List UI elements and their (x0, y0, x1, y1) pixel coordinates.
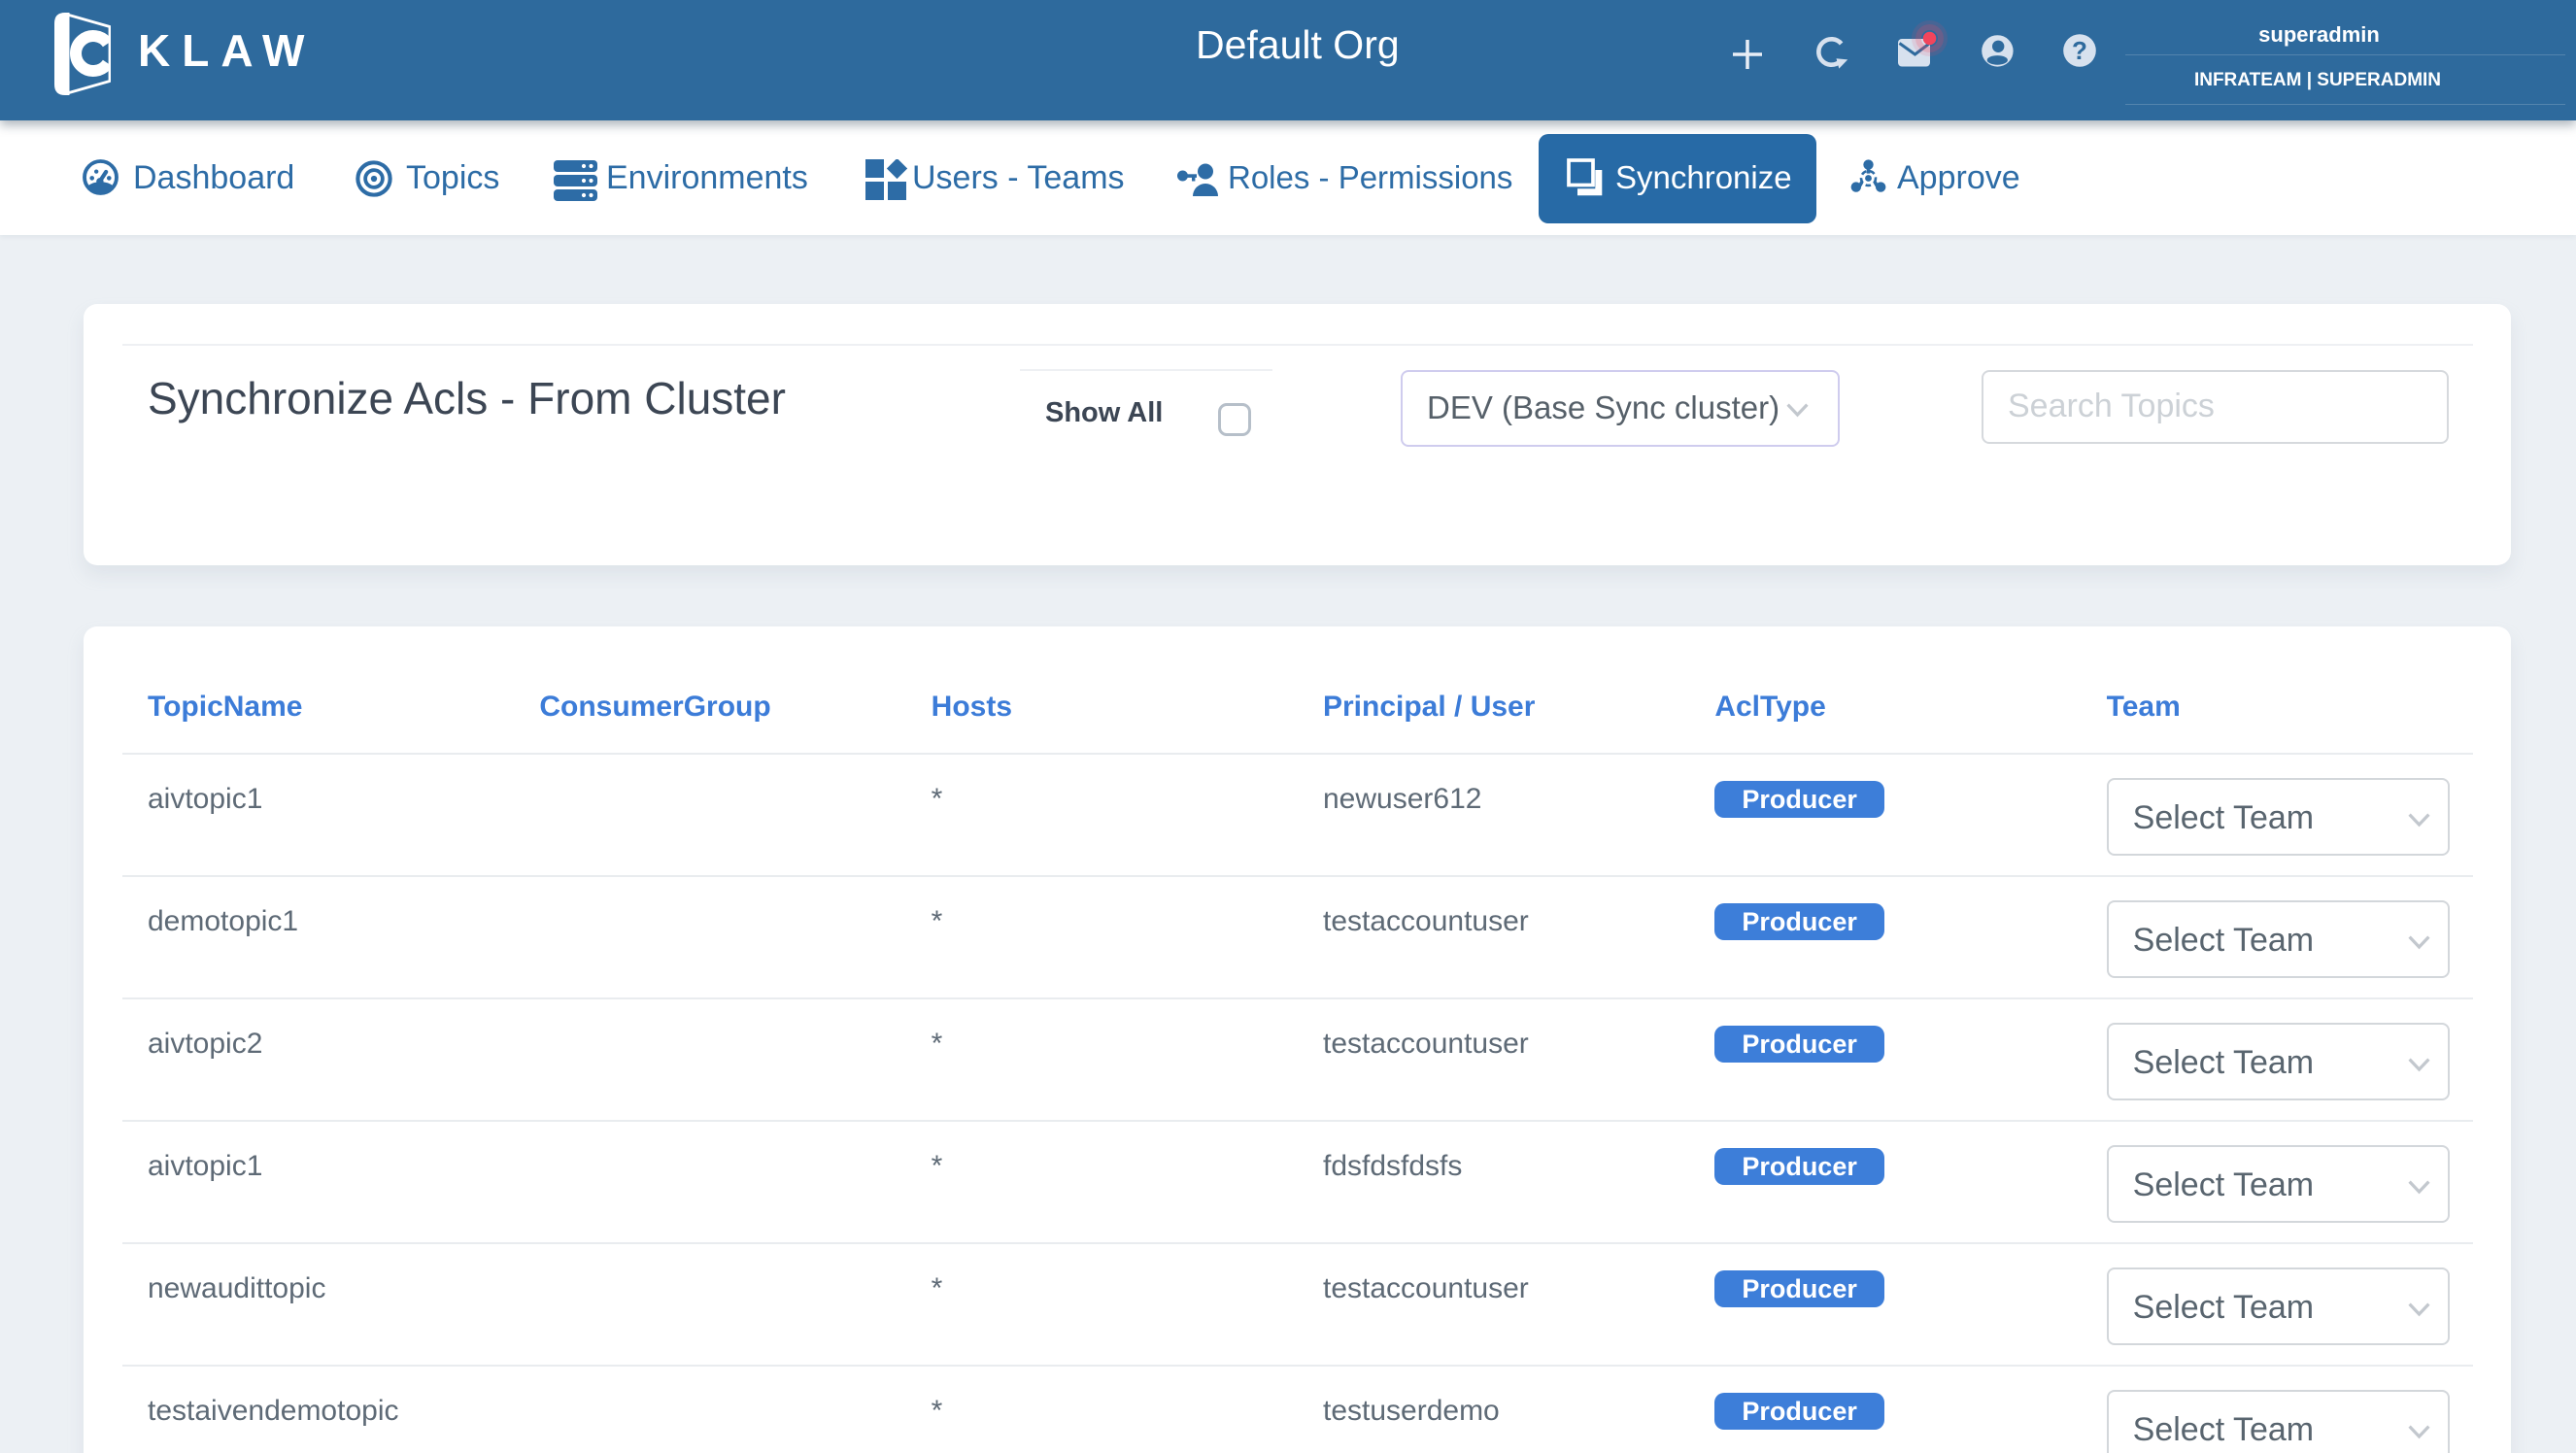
svg-text:?: ? (2072, 36, 2087, 65)
